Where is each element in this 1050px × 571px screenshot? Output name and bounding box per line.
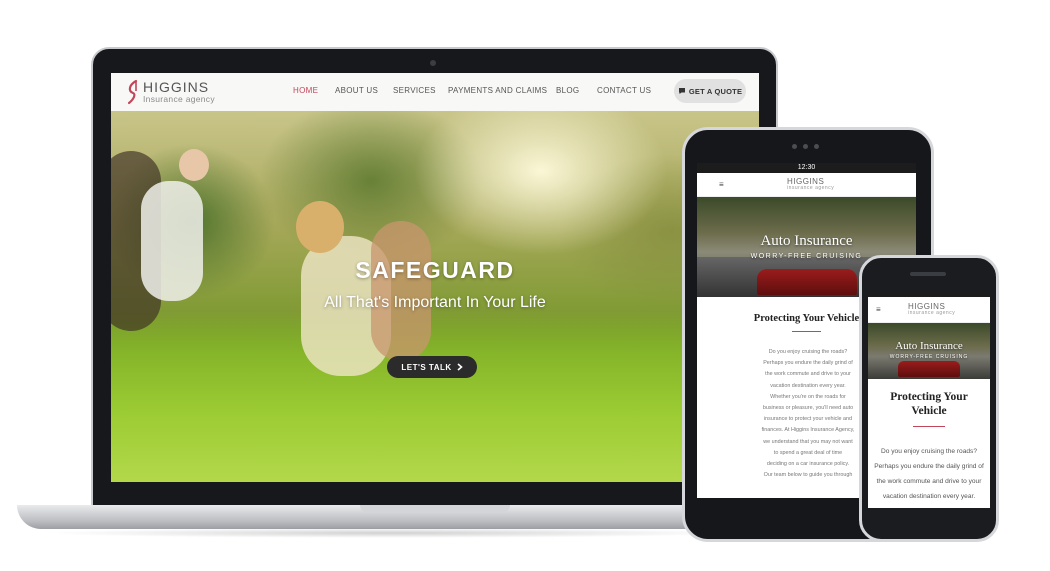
chat-bubble-icon (678, 88, 685, 94)
tablet-sensors (792, 144, 819, 149)
body-line: Do you enjoy cruising the roads? (880, 448, 978, 455)
body-line: insurance to protect your vehicle and (763, 416, 853, 423)
phone-hero: Auto Insurance WORRY-FREE CRUISING (868, 323, 990, 379)
hero-title: SAFEGUARD (355, 257, 515, 283)
phone-hero-title: Auto Insurance (895, 340, 963, 352)
body-line: finances. At Higgins Insurance Agency, (761, 427, 855, 434)
grass-field (111, 311, 759, 482)
phone-logo[interactable]: HIGGINS insurance agency (908, 302, 955, 316)
logo-name: HIGGINS (143, 79, 210, 95)
site-header: HIGGINS Insurance agency HOME ABOUT US S… (111, 73, 759, 111)
body-line: we understand that you may not want (763, 438, 853, 445)
body-line: business or pleasure, you'll need auto (762, 405, 854, 412)
tablet-header: ≡ HIGGINS insurance agency (697, 173, 916, 197)
body-line: the work commute and drive to your (876, 478, 982, 485)
logo-mark-icon (127, 79, 138, 105)
tablet-divider (792, 331, 821, 332)
nav-home[interactable]: HOME (293, 86, 318, 95)
body-line: Our team below to guide you through (763, 472, 853, 479)
nav-about-us[interactable]: ABOUT US (335, 86, 378, 95)
laptop-camera (430, 60, 436, 66)
laptop-screen: SAFEGUARD All That's Important In Your L… (111, 73, 759, 482)
nav-services[interactable]: SERVICES (393, 86, 436, 95)
child-head (179, 149, 209, 181)
phone-section-title: Protecting Your Vehicle (890, 391, 968, 417)
hero-banner: SAFEGUARD All That's Important In Your L… (111, 111, 759, 482)
nav-contact-us[interactable]: CONTACT US (597, 86, 651, 95)
device-mockup: SAFEGUARD All That's Important In Your L… (0, 0, 1050, 571)
higgins-logo[interactable]: HIGGINS Insurance agency (125, 77, 225, 107)
phone-hamburger-menu-icon[interactable]: ≡ (876, 305, 881, 314)
mother-head (296, 201, 344, 253)
body-line: Whether you're on the roads for (770, 393, 846, 400)
nav-payments-claims[interactable]: PAYMENTS AND CLAIMS (448, 86, 547, 95)
body-line: to spend a great deal of time (773, 449, 843, 456)
nav-blog[interactable]: BLOG (556, 86, 579, 95)
body-line: vacation destination every year. (882, 493, 976, 500)
hamburger-menu-icon[interactable]: ≡ (719, 180, 724, 189)
tablet-status-time: 12:30 (697, 163, 916, 173)
lets-talk-button[interactable]: LET'S TALK (387, 356, 477, 378)
phone-speaker (910, 272, 946, 276)
chevron-right-icon (457, 363, 463, 371)
body-line: Perhaps you endure the daily grind of (763, 360, 853, 367)
tablet-hero-title: Auto Insurance (760, 233, 853, 249)
phone-logo-tagline: insurance agency (908, 310, 956, 316)
red-car-image (757, 269, 857, 295)
phone-body-text: Do you enjoy cruising the roads? Perhaps… (870, 444, 988, 504)
tablet-body-text: Do you enjoy cruising the roads? Perhaps… (753, 347, 863, 481)
tablet-logo[interactable]: HIGGINS insurance agency (787, 177, 834, 191)
lets-talk-label: LET'S TALK (401, 362, 452, 372)
get-a-quote-label: GET A QUOTE (688, 86, 743, 96)
phone-header: ≡ HIGGINS insurance agency (868, 297, 990, 323)
hero-subtitle: All That's Important In Your Life (324, 294, 546, 311)
phone-red-car-image (898, 361, 960, 377)
phone-divider (913, 426, 945, 427)
laptop-notch (360, 505, 510, 513)
body-line: deciding on a car insurance policy. (766, 461, 850, 468)
body-line: Perhaps you endure the daily grind of (874, 463, 984, 470)
body-line: the work commute and drive to your (765, 371, 851, 378)
logo-tagline: Insurance agency (143, 94, 215, 104)
girl-figure (371, 221, 431, 361)
get-a-quote-button[interactable]: GET A QUOTE (674, 79, 746, 103)
body-line: Do you enjoy cruising the roads? (768, 349, 848, 355)
phone-hero-subtitle: WORRY-FREE CRUISING (889, 354, 969, 360)
phone-screen: ≡ HIGGINS insurance agency Auto Insuranc… (868, 292, 990, 508)
laptop-shadow (40, 528, 740, 538)
tablet-logo-tagline: insurance agency (787, 185, 835, 191)
body-line: vacation destination every year. (770, 382, 846, 389)
